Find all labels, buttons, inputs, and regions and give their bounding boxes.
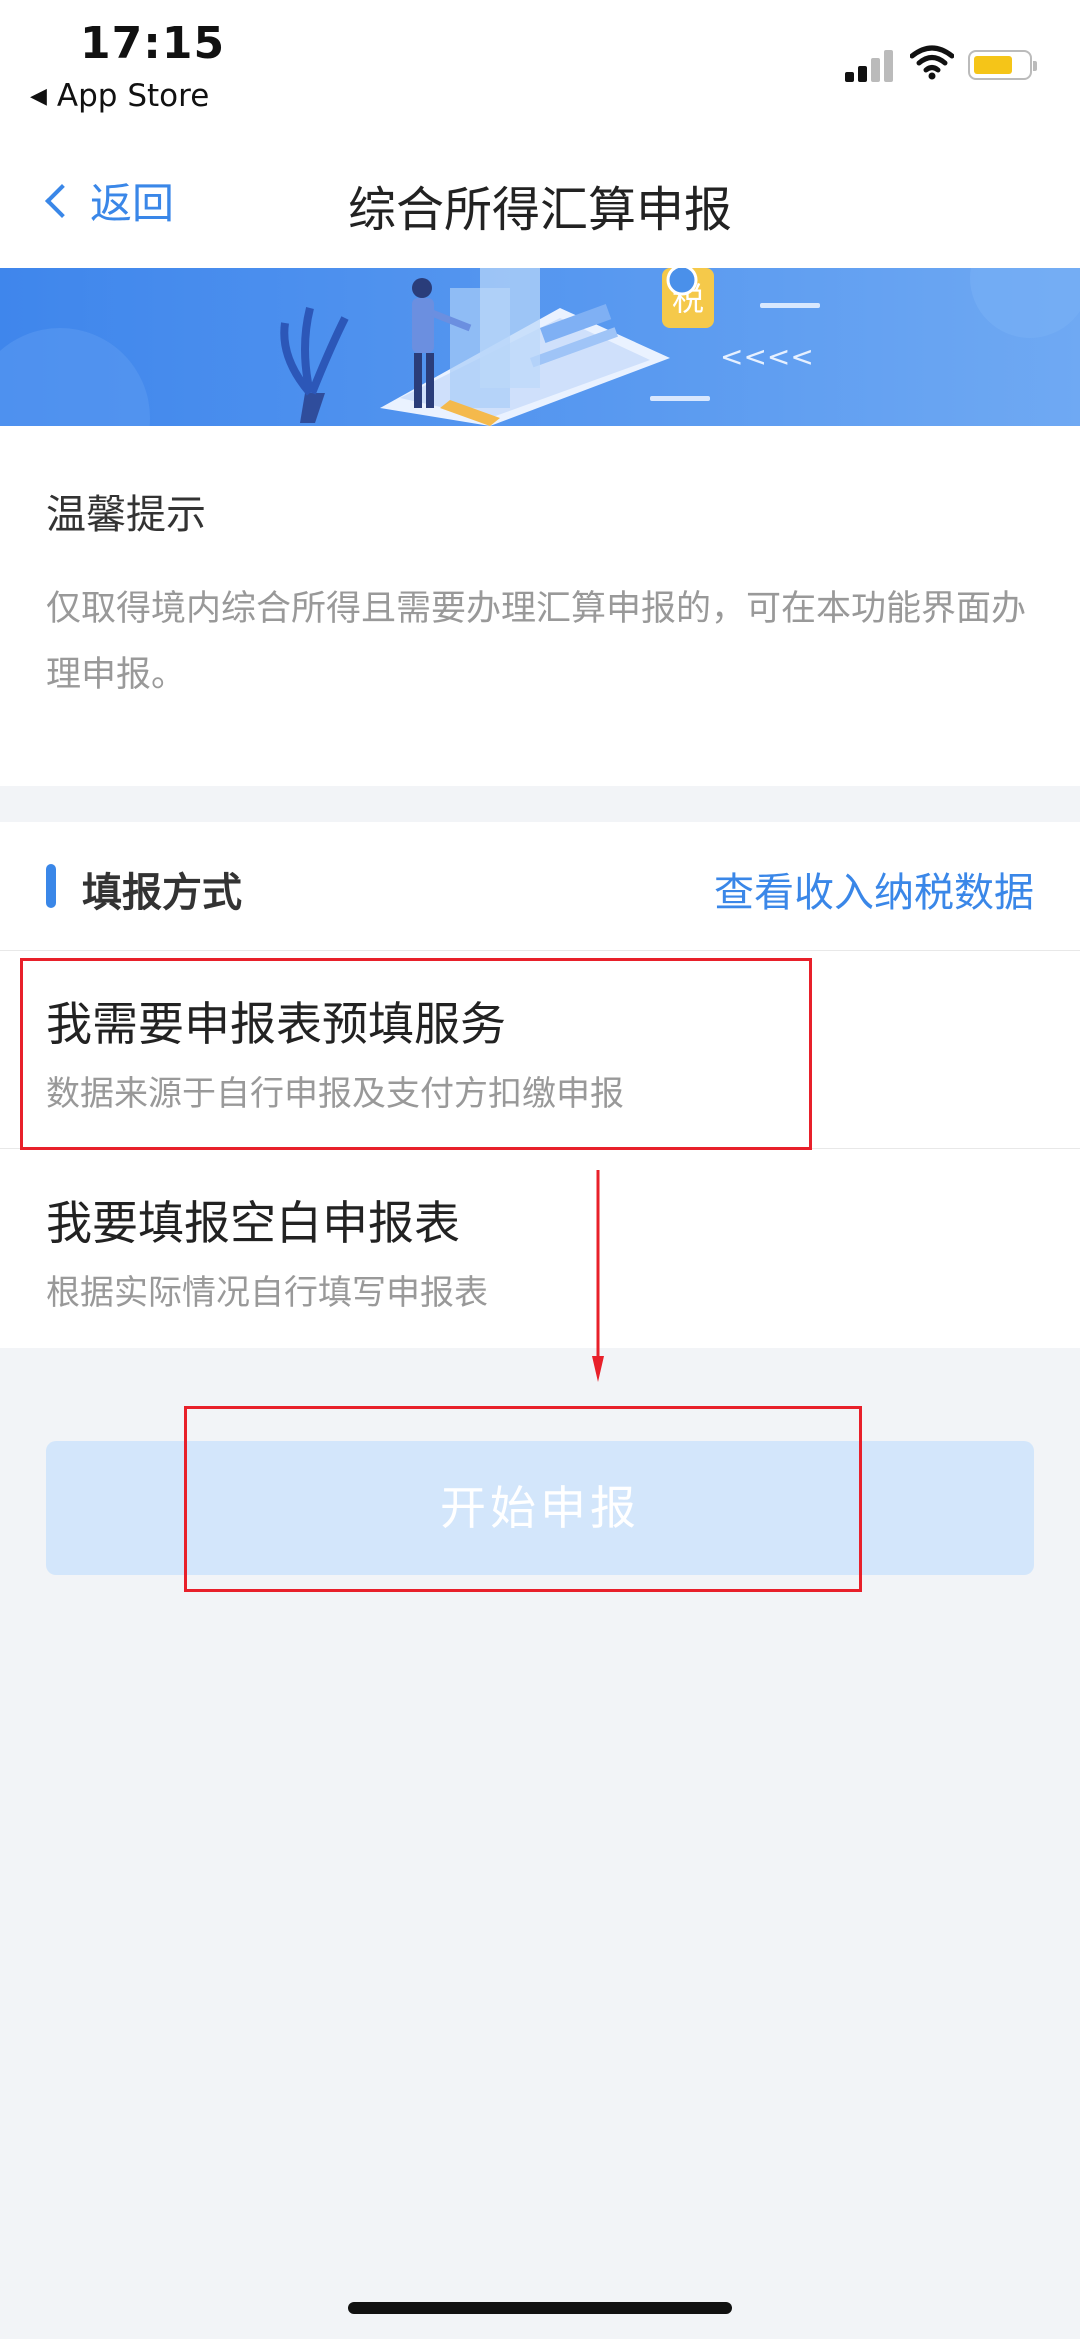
tips-body: 仅取得境内综合所得且需要办理汇算申报的，可在本功能界面办理申报。 [46,589,1027,695]
status-bar: 17:15 ◀ App Store [0,0,1080,130]
annotation-arrow [592,1170,604,1382]
annotation-box-prefill [20,958,812,1150]
nav-bar: 返回 综合所得汇算申报 [0,130,1080,269]
option-title: 我要填报空白申报表 [46,1196,460,1250]
banner-illustration: 税 <<<< [0,268,1080,426]
option-blank-form[interactable]: 我要填报空白申报表 根据实际情况自行填写申报表 [0,1149,1080,1347]
view-tax-data-link[interactable]: 查看收入纳税数据 [714,860,1034,918]
page-title: 综合所得汇算申报 [347,182,732,238]
method-title: 填报方式 [82,870,242,916]
battery-icon [968,50,1037,80]
tax-badge-icon: 税 [662,268,714,328]
annotation-box-start [184,1406,862,1592]
status-time: 17:15 [80,18,226,69]
signal-icon [845,48,895,82]
method-header: 填报方式 查看收入纳税数据 [0,822,1080,951]
section-accent-bar [46,864,56,908]
banner-art: 税 <<<< [0,268,1080,426]
wifi-icon [910,45,954,80]
back-triangle-icon: ◀ [30,83,47,109]
tips-card: 温馨提示 仅取得境内综合所得且需要办理汇算申报的，可在本功能界面办理申报。 [0,426,1080,786]
back-to-app-store[interactable]: ◀ App Store [30,78,209,114]
banner-arrows: <<<< [720,340,814,373]
back-app-label: App Store [56,78,210,114]
home-indicator[interactable] [348,2302,732,2314]
option-subtitle: 根据实际情况自行填写申报表 [46,1273,488,1313]
tips-title: 温馨提示 [46,492,206,538]
plant-icon [280,307,349,423]
